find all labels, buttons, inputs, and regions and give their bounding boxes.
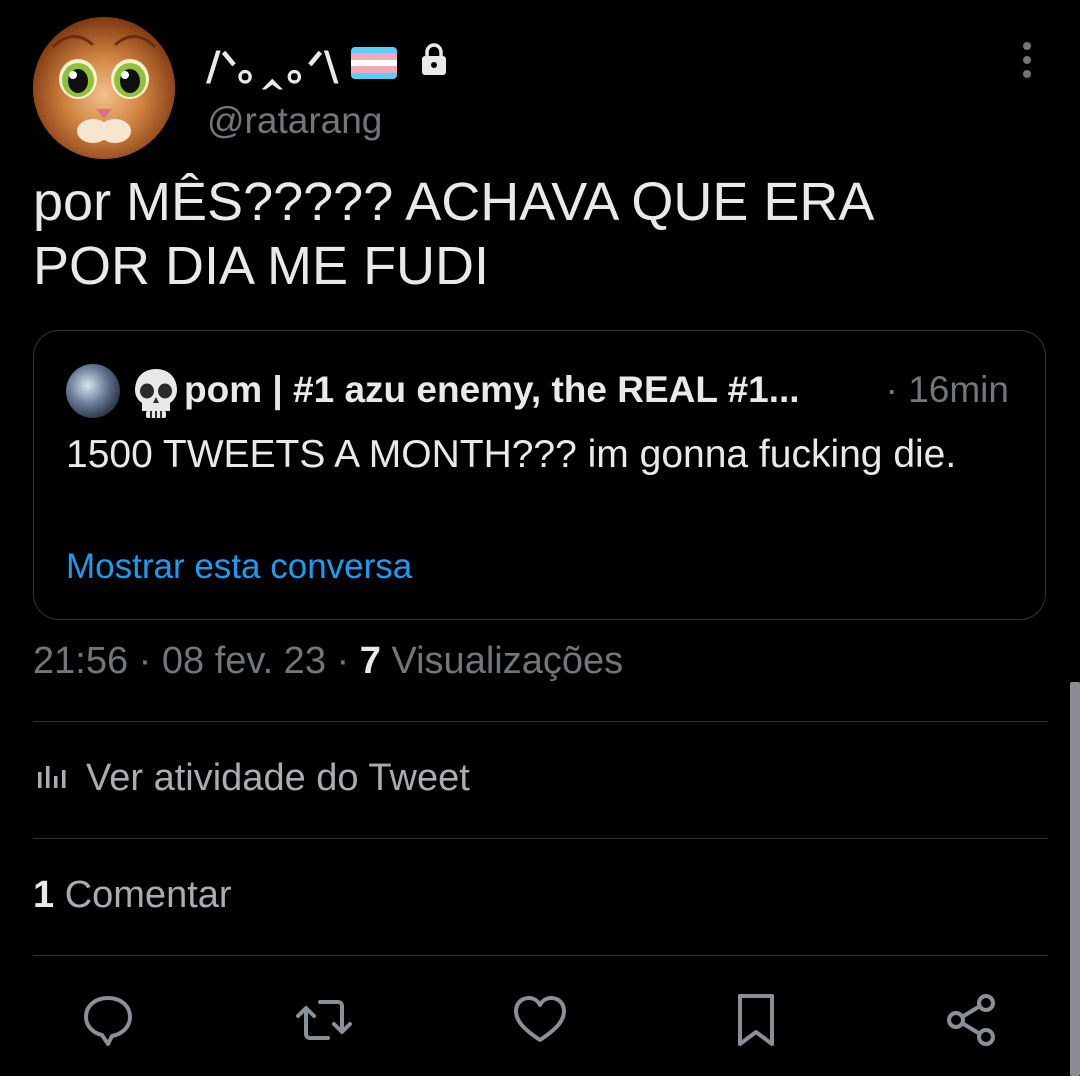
divider — [33, 721, 1048, 722]
tweet-detail-page: /ᐠ｡‸｡ᐟ\ @ratarang por MÊS????? ACHAVA QU… — [0, 0, 1080, 1076]
quoted-tweet-time: · 16min — [885, 369, 1009, 410]
views-label: Visualizações — [391, 640, 624, 682]
scrollbar-thumb[interactable] — [1070, 682, 1080, 1076]
author-avatar[interactable] — [33, 17, 175, 159]
analytics-icon — [36, 757, 68, 800]
reply-icon[interactable] — [80, 992, 136, 1048]
author-handle[interactable]: @ratarang — [207, 100, 382, 142]
share-icon[interactable] — [944, 992, 1000, 1048]
meta-separator: · — [336, 640, 350, 682]
more-options-icon[interactable] — [1012, 40, 1042, 80]
show-thread-link[interactable]: Mostrar esta conversa — [66, 547, 412, 587]
tweet-activity-link[interactable]: Ver atividade do Tweet — [36, 757, 470, 800]
tweet-date[interactable]: 08 fev. 23 — [162, 640, 326, 682]
comments-number: 1 — [33, 874, 55, 916]
bookmark-icon[interactable] — [728, 992, 784, 1048]
activity-label: Ver atividade do Tweet — [86, 757, 470, 799]
views-count: 7 — [359, 640, 381, 682]
divider — [33, 955, 1048, 956]
like-icon[interactable] — [512, 992, 568, 1048]
meta-separator: · — [138, 640, 152, 682]
comments-label: Comentar — [64, 874, 232, 916]
trans-flag-icon — [350, 47, 397, 79]
cat-avatar-image — [33, 17, 175, 159]
quoted-author-name[interactable]: pom | #1 azu enemy, the REAL #1... — [184, 369, 800, 411]
quoted-tweet-card[interactable]: pom | #1 azu enemy, the REAL #1... · 16m… — [33, 330, 1046, 620]
tweet-time[interactable]: 21:56 — [33, 640, 128, 682]
retweet-icon[interactable] — [296, 992, 352, 1048]
display-name-text: /ᐠ｡‸｡ᐟ\ — [206, 44, 339, 90]
quoted-tweet-text: 1500 TWEETS A MONTH??? im gonna fucking … — [66, 433, 957, 476]
lock-icon — [419, 40, 449, 86]
skull-emoji-icon — [132, 367, 180, 419]
quoted-author-avatar[interactable] — [66, 364, 120, 418]
divider — [33, 838, 1048, 839]
tweet-text: por MÊS????? ACHAVA QUE ERA POR DIA ME F… — [33, 172, 875, 296]
comments-count[interactable]: 1 Comentar — [33, 874, 232, 917]
author-display-name[interactable]: /ᐠ｡‸｡ᐟ\ — [206, 34, 449, 92]
tweet-meta: 21:56 · 08 fev. 23 · 7 Visualizações — [33, 640, 623, 683]
